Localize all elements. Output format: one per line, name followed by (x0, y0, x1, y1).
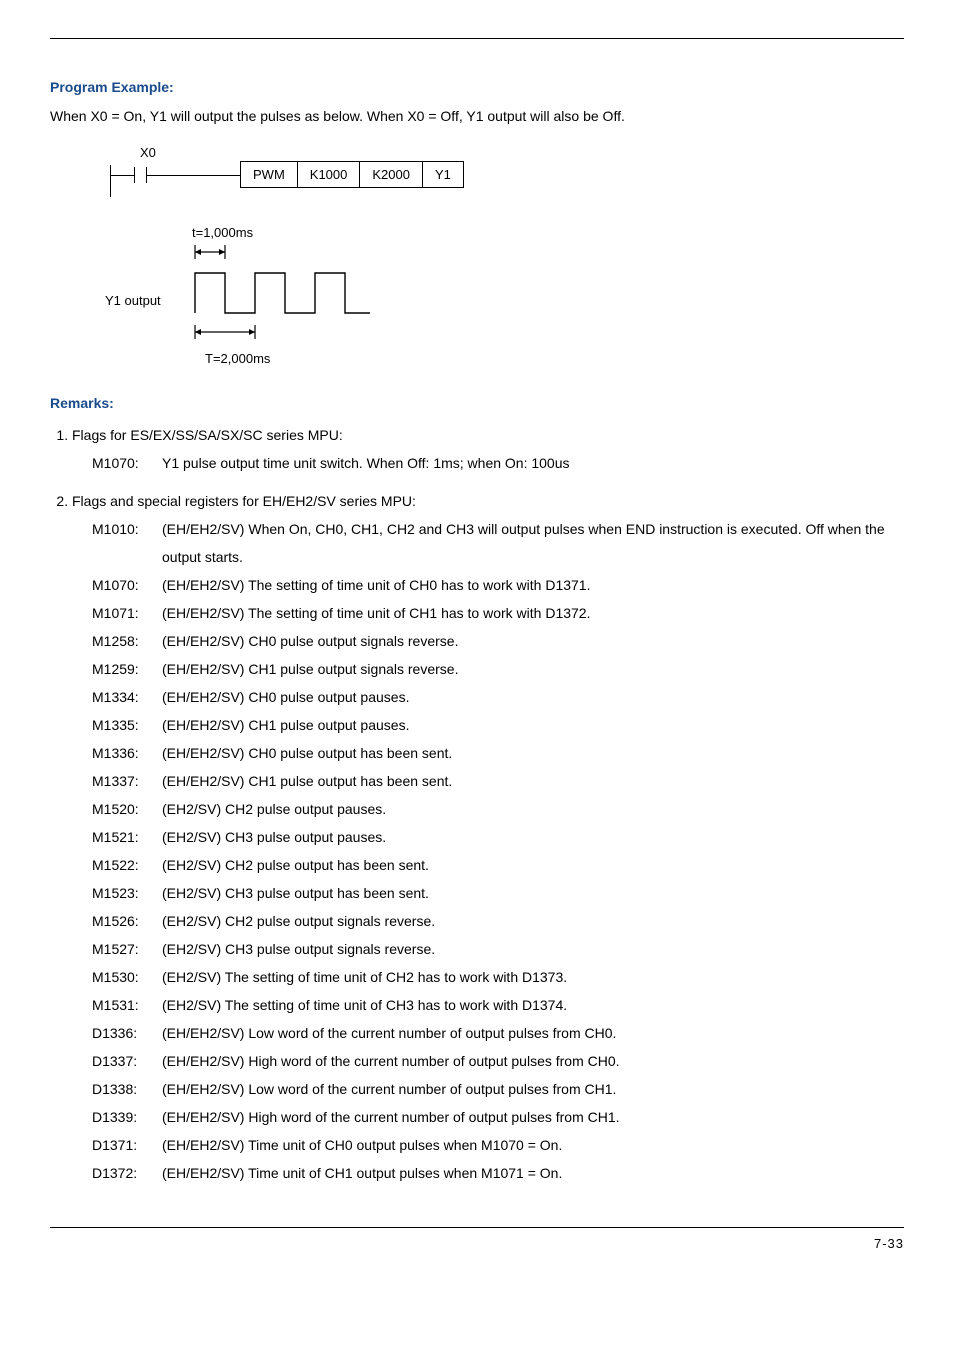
remark-item-2-intro: Flags and special registers for EH/EH2/S… (72, 493, 416, 509)
flag-text: (EH2/SV) CH2 pulse output pauses. (162, 795, 904, 823)
flag-id: M1334: (92, 683, 162, 711)
flag-text: (EH/EH2/SV) High word of the current num… (162, 1103, 904, 1131)
flag-row: D1336:(EH/EH2/SV) Low word of the curren… (92, 1019, 904, 1047)
flag-id: M1071: (92, 599, 162, 627)
timing-label-y1: Y1 output (105, 293, 161, 308)
flag-text: (EH/EH2/SV) CH0 pulse output pauses. (162, 683, 904, 711)
flag-id: D1372: (92, 1159, 162, 1187)
contact-left (134, 167, 135, 183)
flag-id: M1522: (92, 851, 162, 879)
flag-id: M1530: (92, 963, 162, 991)
flag-text: (EH/EH2/SV) CH1 pulse output has been se… (162, 767, 904, 795)
flag-text: (EH/EH2/SV) The setting of time unit of … (162, 571, 904, 599)
flag-row: D1338:(EH/EH2/SV) Low word of the curren… (92, 1075, 904, 1103)
flag-id: M1520: (92, 795, 162, 823)
top-rule (50, 38, 904, 39)
flag-id: M1523: (92, 879, 162, 907)
flag-text: (EH2/SV) CH3 pulse output has been sent. (162, 879, 904, 907)
flag-id: D1337: (92, 1047, 162, 1075)
remark-item-2: Flags and special registers for EH/EH2/S… (72, 487, 904, 1187)
flag-text: (EH2/SV) The setting of time unit of CH3… (162, 991, 904, 1019)
flag-text: (EH/EH2/SV) CH0 pulse output signals rev… (162, 627, 904, 655)
flag-row: M1258:(EH/EH2/SV) CH0 pulse output signa… (92, 627, 904, 655)
flag-row: D1337:(EH/EH2/SV) High word of the curre… (92, 1047, 904, 1075)
timing-label-t1: t=1,000ms (192, 225, 253, 240)
flag-text: Y1 pulse output time unit switch. When O… (162, 449, 904, 477)
flag-row: M1070:(EH/EH2/SV) The setting of time un… (92, 571, 904, 599)
flag-id: M1259: (92, 655, 162, 683)
example-heading: Program Example: (50, 79, 904, 95)
flag-row: M1521:(EH2/SV) CH3 pulse output pauses. (92, 823, 904, 851)
ladder-wire (110, 175, 134, 176)
flag-id: M1521: (92, 823, 162, 851)
flag-text: (EH2/SV) CH2 pulse output has been sent. (162, 851, 904, 879)
flag-text: (EH/EH2/SV) Time unit of CH1 output puls… (162, 1159, 904, 1187)
remark-item-1-intro: Flags for ES/EX/SS/SA/SX/SC series MPU: (72, 427, 343, 443)
timing-waveform (185, 243, 445, 356)
flag-id: M1336: (92, 739, 162, 767)
instr-cell: K2000 (360, 162, 423, 188)
flag-text: (EH/EH2/SV) Low word of the current numb… (162, 1075, 904, 1103)
flag-row: M1010:(EH/EH2/SV) When On, CH0, CH1, CH2… (92, 515, 904, 571)
flag-row: M1531:(EH2/SV) The setting of time unit … (92, 991, 904, 1019)
flag-row: M1530:(EH2/SV) The setting of time unit … (92, 963, 904, 991)
instr-cell: K1000 (297, 162, 360, 188)
flag-row: D1371:(EH/EH2/SV) Time unit of CH0 outpu… (92, 1131, 904, 1159)
instruction-box: PWM K1000 K2000 Y1 (240, 161, 464, 188)
flag-text: (EH/EH2/SV) High word of the current num… (162, 1047, 904, 1075)
flag-text: (EH/EH2/SV) The setting of time unit of … (162, 599, 904, 627)
instr-cell: PWM (241, 162, 298, 188)
flag-text: (EH/EH2/SV) Low word of the current numb… (162, 1019, 904, 1047)
flag-id: M1531: (92, 991, 162, 1019)
flag-row: M1071:(EH/EH2/SV) The setting of time un… (92, 599, 904, 627)
flag-row: M1526:(EH2/SV) CH2 pulse output signals … (92, 907, 904, 935)
flag-id: M1010: (92, 515, 162, 571)
flag-row: M1523:(EH2/SV) CH3 pulse output has been… (92, 879, 904, 907)
intro-text: When X0 = On, Y1 will output the pulses … (50, 105, 904, 127)
flag-id: M1258: (92, 627, 162, 655)
flag-row: M1334:(EH/EH2/SV) CH0 pulse output pause… (92, 683, 904, 711)
bottom-rule (50, 1227, 904, 1228)
flag-text: (EH/EH2/SV) When On, CH0, CH1, CH2 and C… (162, 515, 904, 571)
flag-text: (EH2/SV) CH3 pulse output signals revers… (162, 935, 904, 963)
ladder-wire (146, 175, 240, 176)
flag-row: D1372:(EH/EH2/SV) Time unit of CH1 outpu… (92, 1159, 904, 1187)
flag-text: (EH/EH2/SV) CH1 pulse output signals rev… (162, 655, 904, 683)
flag-id: M1070: (92, 449, 162, 477)
remark-item-1: Flags for ES/EX/SS/SA/SX/SC series MPU: … (72, 421, 904, 477)
flag-text: (EH2/SV) CH3 pulse output pauses. (162, 823, 904, 851)
remarks-list: Flags for ES/EX/SS/SA/SX/SC series MPU: … (50, 421, 904, 1187)
flag-id: M1337: (92, 767, 162, 795)
flag-row: M1522:(EH2/SV) CH2 pulse output has been… (92, 851, 904, 879)
ladder-contact-label: X0 (140, 145, 156, 160)
flag-text: (EH2/SV) The setting of time unit of CH2… (162, 963, 904, 991)
flag-id: D1338: (92, 1075, 162, 1103)
flag-id: M1526: (92, 907, 162, 935)
remarks-heading: Remarks: (50, 395, 904, 411)
flag-row: M1335:(EH/EH2/SV) CH1 pulse output pause… (92, 711, 904, 739)
flag-id: D1336: (92, 1019, 162, 1047)
ladder-diagram: X0 PWM K1000 K2000 Y1 (90, 145, 904, 215)
page-number: 7-33 (50, 1236, 904, 1251)
flag-row: M1070:Y1 pulse output time unit switch. … (92, 449, 904, 477)
flag-id: D1371: (92, 1131, 162, 1159)
flag-row: M1259:(EH/EH2/SV) CH1 pulse output signa… (92, 655, 904, 683)
flag-id: D1339: (92, 1103, 162, 1131)
flag-text: (EH2/SV) CH2 pulse output signals revers… (162, 907, 904, 935)
flag-row: M1336:(EH/EH2/SV) CH0 pulse output has b… (92, 739, 904, 767)
flag-row: D1339:(EH/EH2/SV) High word of the curre… (92, 1103, 904, 1131)
flag-text: (EH/EH2/SV) CH0 pulse output has been se… (162, 739, 904, 767)
timing-diagram: t=1,000ms Y1 output T=2,000ms (110, 225, 904, 375)
flag-id: M1527: (92, 935, 162, 963)
ladder-rail (110, 165, 111, 197)
flag-row: M1520:(EH2/SV) CH2 pulse output pauses. (92, 795, 904, 823)
flag-id: M1335: (92, 711, 162, 739)
flag-text: (EH/EH2/SV) Time unit of CH0 output puls… (162, 1131, 904, 1159)
flag-text: (EH/EH2/SV) CH1 pulse output pauses. (162, 711, 904, 739)
instr-cell: Y1 (422, 162, 463, 188)
flag-row: M1527:(EH2/SV) CH3 pulse output signals … (92, 935, 904, 963)
flag-row: M1337:(EH/EH2/SV) CH1 pulse output has b… (92, 767, 904, 795)
flag-id: M1070: (92, 571, 162, 599)
